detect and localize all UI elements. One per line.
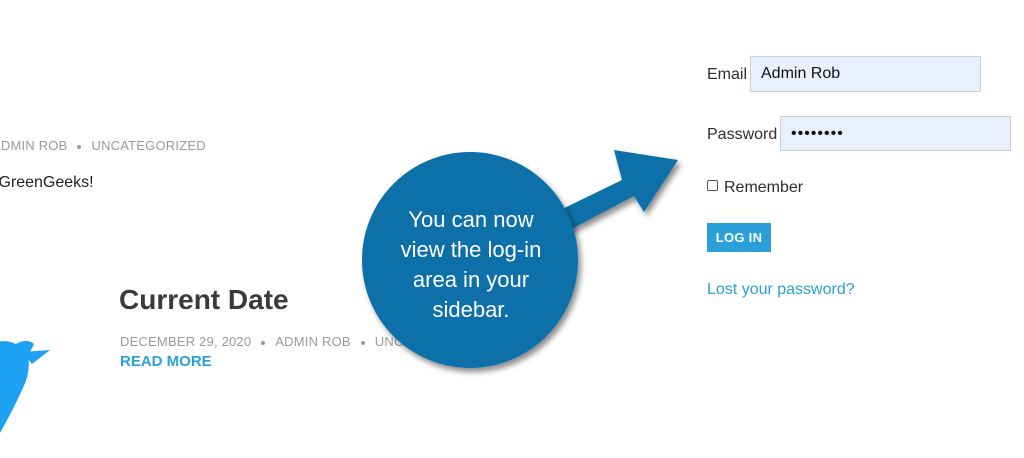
password-field[interactable] — [780, 116, 1011, 151]
post-date[interactable]: DECEMBER 29, 2020 — [120, 334, 251, 349]
callout-line: You can now — [408, 207, 534, 232]
lost-password-link[interactable]: Lost your password? — [707, 281, 855, 299]
callout-line: area in your — [412, 267, 530, 292]
post-excerpt: y GreenGeeks! — [0, 174, 94, 191]
callout-line: sidebar. — [432, 297, 510, 322]
post-category-link[interactable]: UNCATEGORIZED — [91, 138, 205, 153]
remember-checkbox[interactable] — [707, 180, 718, 191]
password-label: Password — [707, 126, 778, 143]
read-more-link[interactable]: READ MORE — [120, 353, 212, 370]
meta-separator — [360, 340, 365, 345]
callout-text: You can now view the log-in area in your… — [366, 205, 576, 325]
login-button[interactable]: LOG IN — [707, 223, 771, 252]
post-author-link[interactable]: ADMIN ROB — [0, 138, 67, 153]
email-label: Email — [707, 66, 748, 83]
post-meta: ADMIN ROB UNCATEGORIZED — [0, 138, 206, 153]
email-field[interactable] — [750, 56, 981, 92]
meta-separator — [261, 340, 266, 345]
callout-line: view the log-in — [400, 237, 542, 262]
post-category-link[interactable]: UNCAT — [375, 334, 420, 349]
meta-separator — [77, 144, 82, 149]
post-title[interactable]: Current Date — [119, 284, 289, 316]
twitter-bird-icon — [0, 341, 50, 433]
post-meta: DECEMBER 29, 2020 ADMIN ROB UNCAT — [120, 334, 420, 349]
post-author-link[interactable]: ADMIN ROB — [275, 334, 350, 349]
remember-label[interactable]: Remember — [724, 179, 803, 197]
